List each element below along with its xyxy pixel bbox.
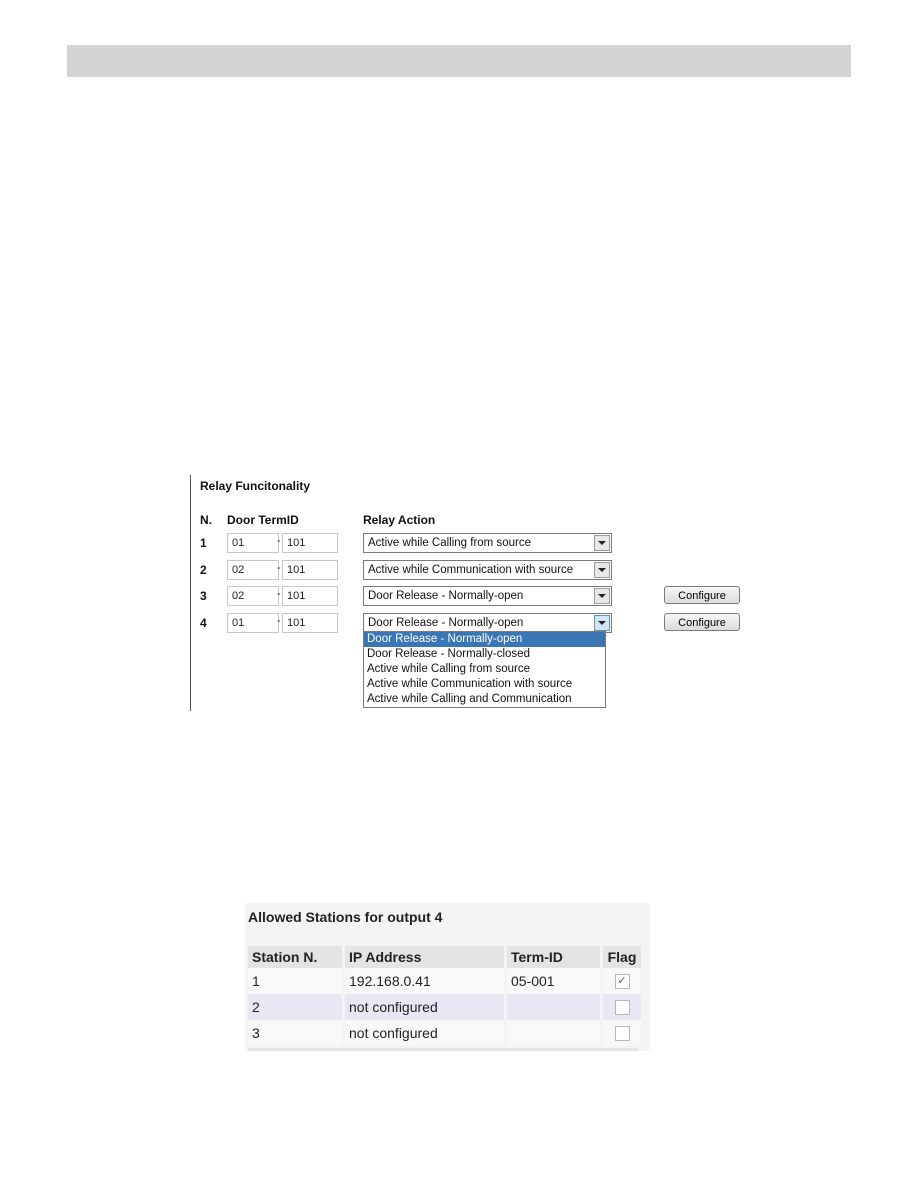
relay-action-dropdown-list: Door Release - Normally-open Door Releas… <box>363 631 606 708</box>
table-row: 3 not configured <box>248 1020 641 1046</box>
dropdown-option[interactable]: Door Release - Normally-closed <box>364 647 605 662</box>
ip-address: 192.168.0.41 <box>345 968 504 994</box>
term-id-input[interactable]: 101 <box>282 533 338 553</box>
chevron-down-icon[interactable] <box>594 562 610 578</box>
allowed-stations-panel: Allowed Stations for output 4 Station N.… <box>245 903 650 1051</box>
relay-number: 3 <box>200 589 207 603</box>
configure-button[interactable]: Configure <box>664 613 740 631</box>
dropdown-option[interactable]: Active while Calling from source <box>364 662 605 677</box>
door-id-input[interactable]: 02 <box>227 560 279 580</box>
dropdown-option[interactable]: Active while Communication with source <box>364 677 605 692</box>
term-id-input[interactable]: 101 <box>282 586 338 606</box>
dropdown-option[interactable]: Door Release - Normally-open <box>364 632 605 647</box>
relay-number: 2 <box>200 563 207 577</box>
flag-cell: ✓ <box>603 968 641 994</box>
term-id <box>507 1020 600 1046</box>
relay-action-select[interactable]: Door Release - Normally-open <box>363 586 612 606</box>
term-id: 05-001 <box>507 968 600 994</box>
station-number: 2 <box>248 994 342 1020</box>
relay-action-select[interactable]: Active while Calling from source <box>363 533 612 553</box>
col-header-door-termid: Door TermID <box>227 513 299 527</box>
separator: - <box>277 535 281 547</box>
relay-action-select[interactable]: Door Release - Normally-open <box>363 613 612 633</box>
chevron-down-icon[interactable] <box>594 588 610 604</box>
col-header-station: Station N. <box>248 946 342 968</box>
flag-cell <box>603 994 641 1020</box>
col-header-relay-action: Relay Action <box>363 513 436 527</box>
term-id-input[interactable]: 101 <box>282 613 338 633</box>
relay-number: 4 <box>200 616 207 630</box>
col-header-flag: Flag <box>603 946 641 968</box>
relay-number: 1 <box>200 536 207 550</box>
table-header-row: Station N. IP Address Term-ID Flag <box>248 946 641 968</box>
stations-title: Allowed Stations for output 4 <box>248 909 443 925</box>
relay-title: Relay Funcitonality <box>200 479 311 493</box>
relay-action-value: Door Release - Normally-open <box>368 617 524 629</box>
flag-checkbox[interactable] <box>614 1000 630 1016</box>
relay-action-value: Active while Communication with source <box>368 564 574 576</box>
dropdown-option[interactable]: Active while Calling and Communication <box>364 692 605 707</box>
door-id-input[interactable]: 01 <box>227 613 279 633</box>
station-number: 3 <box>248 1020 342 1046</box>
term-id-input[interactable]: 101 <box>282 560 338 580</box>
relay-action-value: Active while Calling from source <box>368 537 531 549</box>
door-id-input[interactable]: 02 <box>227 586 279 606</box>
stations-table: Station N. IP Address Term-ID Flag 1 192… <box>245 946 644 1046</box>
door-id-input[interactable]: 01 <box>227 533 279 553</box>
separator: - <box>277 615 281 627</box>
configure-button[interactable]: Configure <box>664 586 740 604</box>
ip-address: not configured <box>345 994 504 1020</box>
relay-row: 1 01 - 101 Active while Calling from sou… <box>190 533 750 553</box>
table-row: 2 not configured <box>248 994 641 1020</box>
relay-functionality-panel: Relay Funcitonality N. Door TermID Relay… <box>190 475 750 711</box>
relay-row: 2 02 - 101 Active while Communication wi… <box>190 560 750 580</box>
separator: - <box>277 562 281 574</box>
col-header-n: N. <box>200 513 212 527</box>
term-id <box>507 994 600 1020</box>
table-row: 1 192.168.0.41 05-001 ✓ <box>248 968 641 994</box>
relay-row: 3 02 - 101 Door Release - Normally-open … <box>190 586 750 606</box>
chevron-down-icon[interactable] <box>594 615 610 631</box>
relay-action-value: Door Release - Normally-open <box>368 590 524 602</box>
header-bar <box>67 45 851 77</box>
ip-address: not configured <box>345 1020 504 1046</box>
relay-row: 4 01 - 101 Door Release - Normally-open … <box>190 613 750 633</box>
separator: - <box>277 588 281 600</box>
chevron-down-icon[interactable] <box>594 535 610 551</box>
flag-checkbox[interactable] <box>614 1026 630 1042</box>
col-header-termid: Term-ID <box>507 946 600 968</box>
col-header-ip: IP Address <box>345 946 504 968</box>
relay-action-select[interactable]: Active while Communication with source <box>363 560 612 580</box>
next-row-edge <box>248 1048 638 1051</box>
station-number: 1 <box>248 968 342 994</box>
flag-cell <box>603 1020 641 1046</box>
flag-checkbox-checked[interactable]: ✓ <box>614 974 630 990</box>
